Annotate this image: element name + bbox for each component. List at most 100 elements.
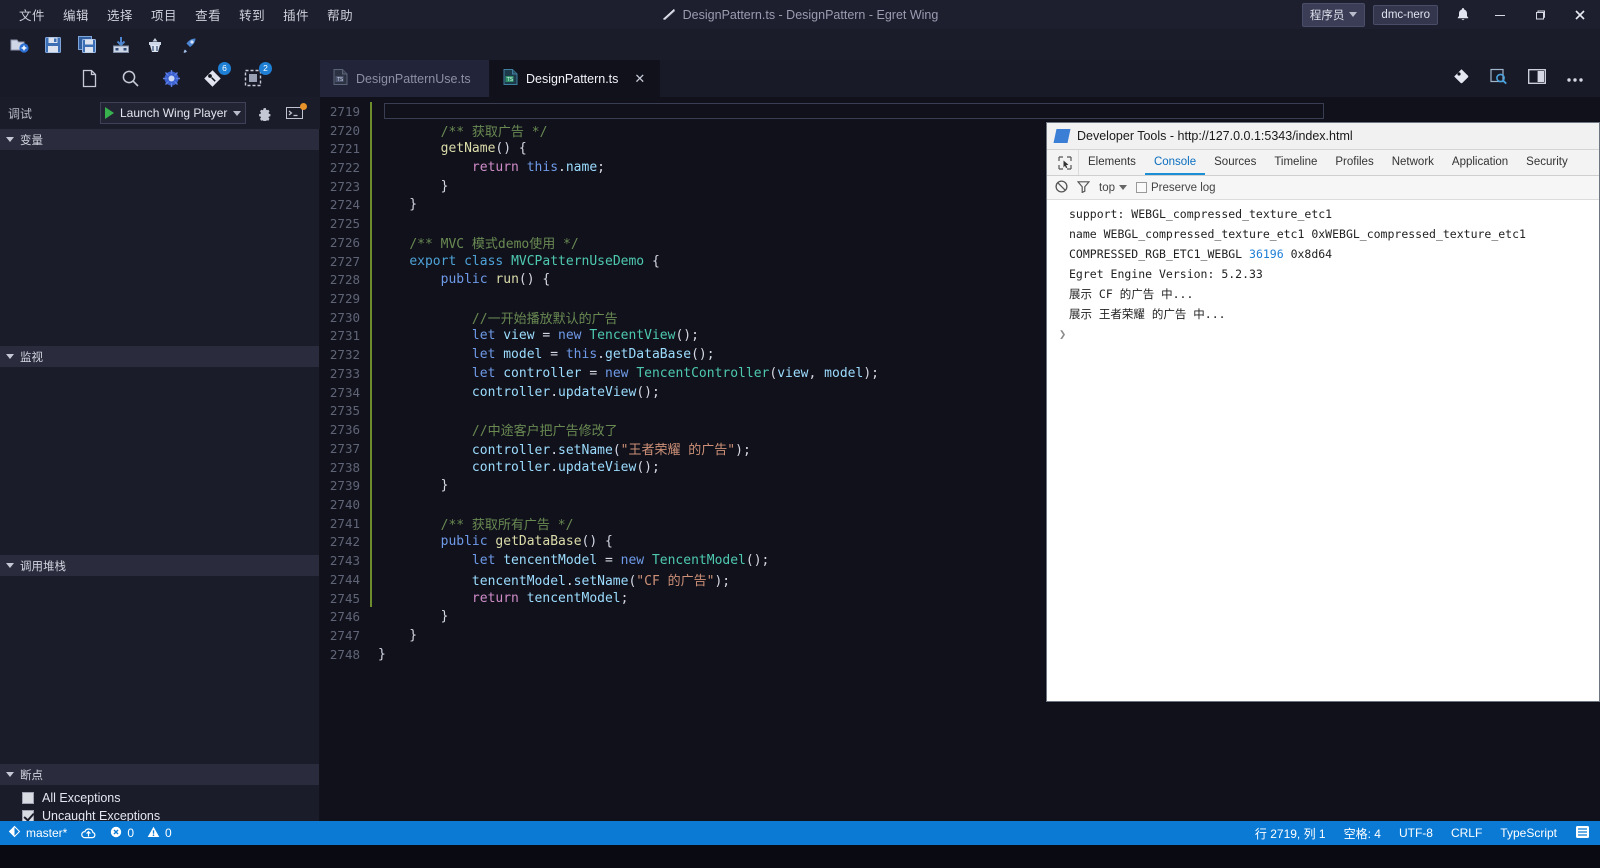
toolbar-filler — [320, 29, 1600, 60]
sidebar-section-variables[interactable]: 变量 — [0, 129, 319, 150]
code-text: } — [378, 627, 418, 643]
code-text: controller.updateView(); — [471, 459, 660, 475]
line-number: 2737 — [329, 440, 360, 456]
execution-guide — [370, 326, 378, 346]
gear-icon[interactable] — [256, 105, 272, 121]
code-text: } — [378, 197, 418, 213]
tab-design-pattern[interactable]: TS DesignPattern.ts ✕ — [490, 60, 660, 97]
save-all-icon[interactable] — [76, 34, 98, 56]
code-text: } — [378, 609, 449, 625]
code-text: /** MVC 模式demo使用 */ — [409, 236, 579, 252]
feedback-icon[interactable] — [1575, 825, 1590, 842]
line-number: 2743 — [329, 553, 360, 569]
execution-guide — [370, 588, 378, 608]
menu-item-3[interactable]: 项目 — [142, 1, 186, 28]
more-actions-icon[interactable] — [1566, 70, 1584, 88]
status-problems[interactable]: 0 0 — [110, 826, 172, 841]
typescript-file-icon: TS — [503, 69, 518, 88]
execution-guide — [370, 307, 378, 327]
console-context-select[interactable]: top — [1099, 182, 1127, 194]
devtools-tab-elements[interactable]: Elements — [1079, 150, 1145, 175]
source-control-icon[interactable]: 6 — [201, 62, 231, 90]
console-prompt[interactable]: ❯ — [1047, 324, 1599, 341]
breakpoint-label: All Exceptions — [42, 791, 121, 805]
maximize-button[interactable] — [1520, 0, 1560, 29]
notifications-bell-icon[interactable] — [1446, 7, 1480, 22]
menu-item-2[interactable]: 选择 — [98, 1, 142, 28]
execution-guide — [370, 158, 378, 177]
execution-guide — [370, 626, 378, 645]
section-title: 监视 — [20, 351, 43, 364]
account-label: dmc-nero — [1381, 8, 1430, 21]
account-chip[interactable]: dmc-nero — [1373, 4, 1438, 25]
publish-icon[interactable] — [110, 34, 132, 56]
menu-bar: 文件 编辑 选择 项目 查看 转到 插件 帮助 — [0, 0, 362, 29]
save-icon[interactable] — [42, 34, 64, 56]
eol-setting[interactable]: CRLF — [1451, 826, 1482, 840]
sidebar-section-breakpoints[interactable]: 断点 — [0, 764, 319, 785]
menu-item-1[interactable]: 编辑 — [54, 1, 98, 28]
menu-item-7[interactable]: 帮助 — [318, 1, 362, 28]
code-text: return tencentModel; — [471, 590, 629, 606]
watch-body — [0, 367, 319, 555]
close-button[interactable] — [1560, 0, 1600, 29]
preview-icon[interactable] — [1490, 68, 1508, 90]
debug-icon[interactable] — [160, 67, 183, 90]
menu-item-5[interactable]: 转到 — [230, 1, 274, 28]
filter-icon[interactable] — [1076, 180, 1091, 196]
cursor-position[interactable]: 行 2719, 列 1 — [1255, 825, 1326, 842]
code-text: let view = new TencentView(); — [471, 328, 699, 344]
debug-configuration-select[interactable]: Launch Wing Player — [100, 102, 247, 124]
menu-item-0[interactable]: 文件 — [10, 1, 54, 28]
console-output[interactable]: support: WEBGL_compressed_texture_etc1 na… — [1047, 200, 1599, 698]
devtools-tab-console[interactable]: Console — [1144, 150, 1206, 175]
new-file-icon[interactable] — [8, 34, 30, 56]
line-number: 2723 — [329, 178, 360, 194]
execution-guide — [370, 102, 378, 121]
checkbox[interactable] — [22, 792, 34, 804]
tab-design-pattern-use[interactable]: TS DesignPatternUse.ts — [320, 60, 490, 97]
line-number: 2719 — [329, 103, 360, 119]
developer-tools-window[interactable]: Developer Tools - http://127.0.0.1:5343/… — [1046, 122, 1600, 702]
indent-setting[interactable]: 空格: 4 — [1344, 825, 1381, 842]
sidebar-section-call-stack[interactable]: 调用堆栈 — [0, 555, 319, 576]
sidebar-section-watch[interactable]: 监视 — [0, 346, 319, 367]
search-icon[interactable] — [119, 67, 142, 90]
build-icon[interactable] — [144, 34, 166, 56]
close-icon[interactable]: ✕ — [634, 72, 645, 85]
menu-item-4[interactable]: 查看 — [186, 1, 230, 28]
run-rocket-icon[interactable] — [178, 34, 200, 56]
chevron-down-icon — [6, 137, 14, 142]
breakpoint-row[interactable]: All Exceptions — [0, 789, 319, 807]
status-sync[interactable] — [81, 827, 96, 840]
code-text: public getDataBase() { — [440, 534, 613, 550]
menu-item-6[interactable]: 插件 — [274, 1, 318, 28]
debug-console-icon[interactable] — [286, 102, 308, 121]
tab-bar-spacer — [660, 60, 1453, 97]
explorer-icon[interactable] — [78, 67, 101, 90]
preserve-log-checkbox[interactable]: Preserve log — [1136, 182, 1216, 194]
play-icon[interactable] — [105, 107, 114, 119]
language-mode[interactable]: TypeScript — [1500, 826, 1557, 840]
split-editor-icon[interactable] — [1528, 68, 1546, 89]
section-title: 调用堆栈 — [20, 560, 66, 573]
clear-console-icon[interactable] — [1055, 179, 1068, 196]
line-number: 2741 — [329, 515, 360, 531]
status-bar: master* 0 0 行 2719, 列 1 空格: 4 UTF-8 CRLF… — [0, 821, 1600, 845]
user-role-selector[interactable]: 程序员 — [1301, 2, 1366, 27]
console-line: COMPRESSED_RGB_ETC1_WEBGL 36196 0x8d64 — [1069, 247, 1333, 261]
minimize-button[interactable] — [1480, 0, 1520, 29]
inspect-element-icon[interactable] — [1051, 150, 1079, 175]
code-text: } — [378, 646, 386, 662]
devtools-tab-security[interactable]: Security — [1517, 150, 1577, 175]
devtools-tab-network[interactable]: Network — [1383, 150, 1443, 175]
encoding-setting[interactable]: UTF-8 — [1399, 826, 1433, 840]
devtools-tab-profiles[interactable]: Profiles — [1326, 150, 1382, 175]
devtools-tab-timeline[interactable]: Timeline — [1265, 150, 1326, 175]
devtools-tab-sources[interactable]: Sources — [1205, 150, 1265, 175]
extensions-icon[interactable]: 2 — [242, 62, 272, 90]
devtools-tab-application[interactable]: Application — [1443, 150, 1517, 175]
badge-count: 6 — [218, 62, 231, 75]
status-branch[interactable]: master* — [8, 825, 67, 841]
split-diff-icon[interactable] — [1453, 68, 1470, 90]
